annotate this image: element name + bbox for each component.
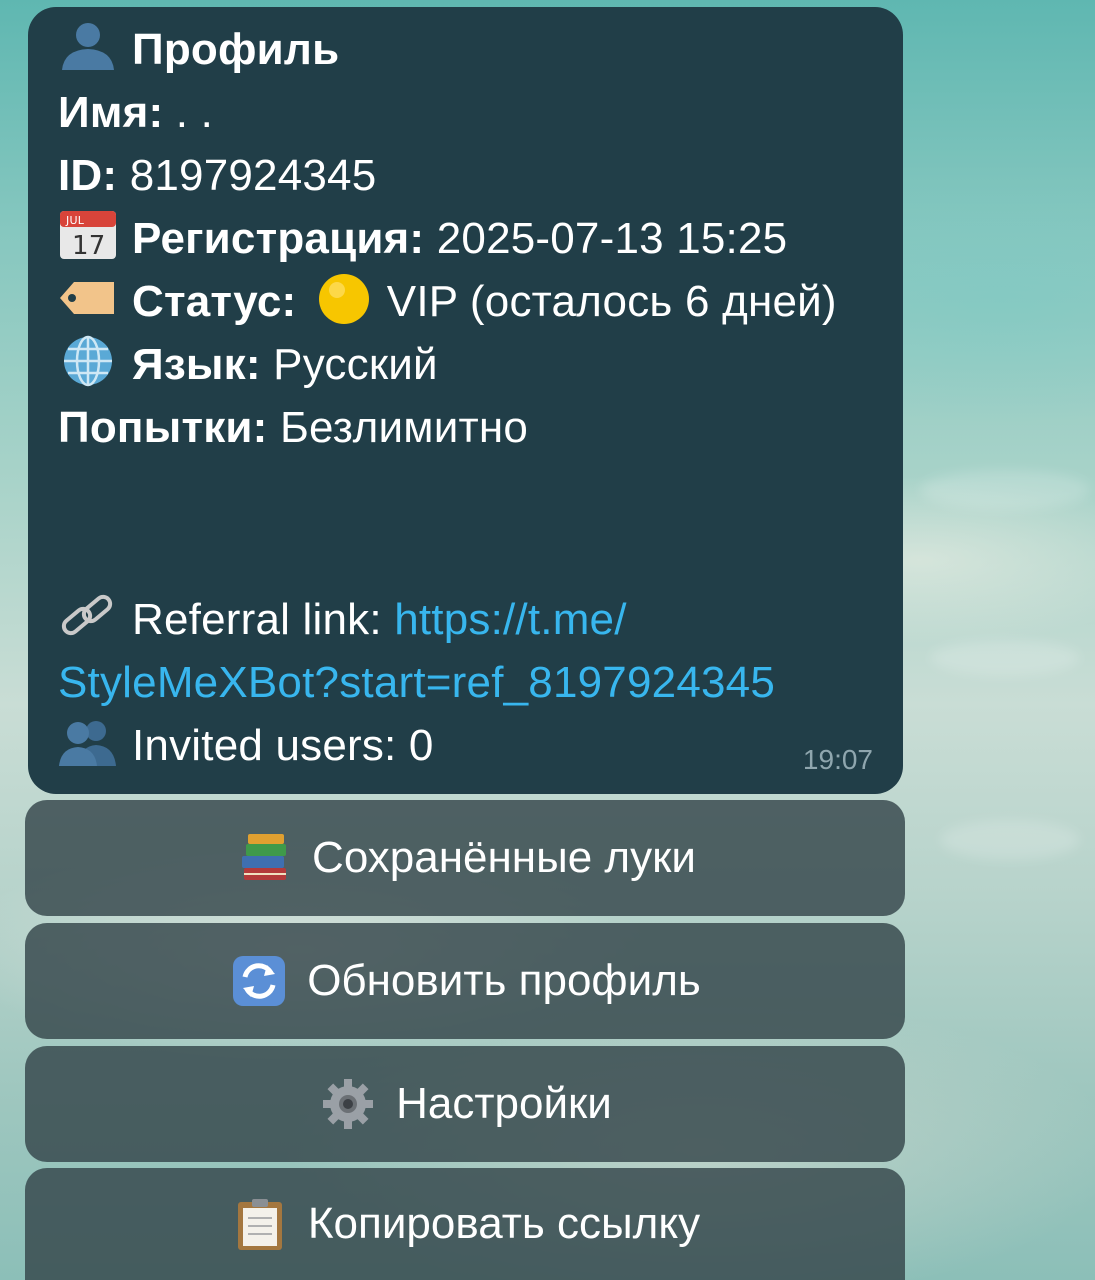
language-label: Язык:: [132, 340, 261, 389]
name-label: Имя:: [58, 88, 164, 137]
referral-link-part2[interactable]: StyleMeXBot?start=ref_8197924345: [58, 658, 775, 707]
language-row: Язык: Русский: [58, 334, 438, 396]
wallpaper-ripple: [940, 820, 1080, 860]
status-label: Статус:: [132, 277, 297, 326]
saved-looks-button[interactable]: Сохранённые луки: [25, 800, 905, 916]
registration-label: Регистрация:: [132, 214, 425, 263]
name-value: . .: [163, 88, 214, 137]
refresh-profile-label: Обновить профиль: [307, 956, 701, 1005]
refresh-profile-button[interactable]: Обновить профиль: [25, 923, 905, 1039]
profile-title-row: Профиль: [58, 19, 339, 81]
wallpaper-ripple: [930, 640, 1080, 676]
link-icon: [58, 590, 118, 642]
referral-link-row: StyleMeXBot?start=ref_8197924345: [58, 652, 775, 714]
globe-icon: [58, 335, 118, 387]
yellow-circle-icon: [315, 272, 373, 324]
message-time: 19:07: [802, 744, 873, 775]
busts-in-silhouette-icon: [58, 716, 118, 768]
bust-in-silhouette-icon: [58, 20, 118, 72]
wallpaper-ripple: [920, 470, 1090, 510]
profile-message-bubble: Профиль Имя: . . ID: 8197924345 JUL 17 Р…: [28, 7, 903, 794]
invited-row: Invited users: 0: [58, 715, 434, 777]
language-value: Русский: [260, 340, 438, 389]
gear-icon: [318, 1078, 378, 1130]
svg-text:17: 17: [72, 231, 105, 261]
status-value: VIP (осталось 6 дней): [386, 277, 837, 326]
svg-text:JUL: JUL: [65, 214, 85, 227]
label-tag-icon: [58, 272, 118, 324]
status-row: Статус: VIP (осталось 6 дней): [58, 271, 837, 333]
saved-looks-label: Сохранённые луки: [312, 833, 696, 882]
attempts-row: Попытки: Безлимитно: [58, 397, 528, 459]
copy-link-label: Копировать ссылку: [307, 1199, 701, 1248]
registration-row: JUL 17 Регистрация: 2025-07-13 15:25: [58, 208, 787, 270]
id-row: ID: 8197924345: [58, 145, 376, 207]
refresh-icon: [229, 955, 289, 1007]
profile-title: Профиль: [132, 25, 340, 74]
settings-button[interactable]: Настройки: [25, 1046, 905, 1162]
referral-link-part1[interactable]: https://t.me/: [394, 595, 626, 644]
id-label: ID:: [58, 151, 118, 200]
calendar-icon: JUL 17: [58, 209, 118, 261]
settings-label: Настройки: [396, 1079, 612, 1128]
name-row: Имя: . .: [58, 82, 213, 144]
referral-label: Referral link:: [132, 595, 395, 644]
books-icon: [234, 832, 294, 884]
clipboard-icon: [230, 1198, 290, 1250]
registration-value: 2025-07-13 15:25: [424, 214, 788, 263]
referral-row: Referral link: https://t.me/: [58, 589, 627, 651]
invited-users: Invited users: 0: [132, 721, 434, 770]
copy-link-button[interactable]: Копировать ссылку: [25, 1168, 905, 1280]
attempts-value: Безлимитно: [267, 403, 529, 452]
id-value: 8197924345: [117, 151, 377, 200]
attempts-label: Попытки:: [58, 403, 268, 452]
